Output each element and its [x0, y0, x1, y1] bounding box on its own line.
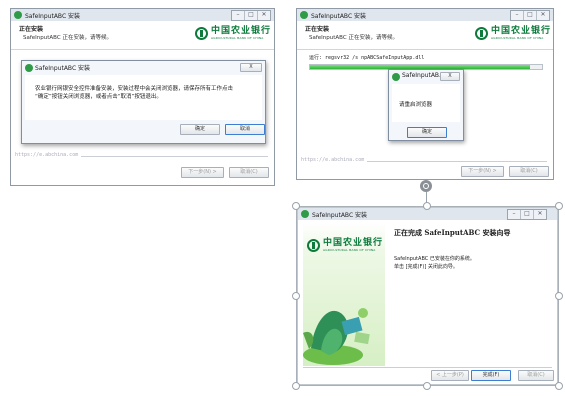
- window-title: SafeInputABC 安装: [25, 13, 81, 20]
- cancel-button[interactable]: 取消(C): [518, 370, 554, 381]
- dialog-ok-button[interactable]: 确定: [407, 127, 447, 138]
- abc-logo-icon: [195, 27, 208, 40]
- minimize-button[interactable]: –: [511, 11, 523, 20]
- installer-window-3: SafeInputABC 安装 – □ ✕ 中国农业银行 AGRICULTURA…: [297, 207, 558, 385]
- window-controls: – □ ✕: [510, 10, 550, 21]
- app-icon: [300, 11, 308, 19]
- close-button[interactable]: ✕: [536, 11, 549, 20]
- dialog-title: SafeInputAB...: [402, 72, 445, 79]
- finish-line-2: 单击 [完成(F)] 关闭此向导。: [394, 264, 458, 270]
- finish-button[interactable]: 完成(F): [471, 370, 511, 381]
- maximize-button[interactable]: □: [520, 210, 533, 219]
- resize-handle-bottom-left[interactable]: [292, 382, 300, 390]
- minimize-button[interactable]: –: [508, 210, 520, 219]
- logo-chinese: 中国农业银行: [211, 26, 272, 36]
- cancel-button[interactable]: 取消(C): [509, 166, 549, 177]
- side-banner: 中国农业银行 AGRICULTURAL BANK OF CHINA: [303, 223, 385, 366]
- abc-logo: 中国农业银行 AGRICULTURAL BANK OF CHINA: [195, 27, 271, 40]
- app-icon: [14, 11, 22, 19]
- abc-logo-icon: [475, 27, 488, 40]
- dialog-title: SafeInputABC 安装: [35, 65, 91, 72]
- finish-title: 正在完成 SafeInputABC 安装向导: [394, 228, 511, 237]
- run-status: 运行: regsvr32 /s npABCSafeInputApp.dll: [309, 55, 425, 61]
- dialog-close-button[interactable]: X: [240, 63, 262, 72]
- resize-handle-bottom-right[interactable]: [555, 382, 563, 390]
- resize-handle-top-left[interactable]: [292, 202, 300, 210]
- close-button[interactable]: ✕: [257, 11, 270, 20]
- header: 正在安装 SafeInputABC 正在安装，请等候。 中国农业银行 AGRIC…: [297, 21, 553, 50]
- dialog-message: 农业银行网银安全控件准备安装，安装过程中会关闭浏览器，请保存所有工作点击 “确定…: [35, 86, 234, 100]
- next-button[interactable]: 下一步(N) >: [181, 167, 224, 178]
- logo-english: AGRICULTURAL BANK OF CHINA: [491, 36, 544, 40]
- window-title: SafeInputABC 安装: [312, 212, 368, 219]
- finish-line-1: SafeInputABC 已安装在你的系统。: [394, 256, 475, 262]
- resize-handle-top[interactable]: [423, 202, 431, 210]
- minimize-button[interactable]: –: [232, 11, 244, 20]
- cancel-button[interactable]: 取消(C): [229, 167, 269, 178]
- installer-window-1: SafeInputABC 安装 – □ ✕ 正在安装 SafeInputABC …: [10, 8, 275, 186]
- logo-english: AGRICULTURAL BANK OF CHINA: [211, 36, 264, 40]
- installer-window-2: SafeInputABC 安装 – □ ✕ 正在安装 SafeInputABC …: [296, 8, 554, 180]
- logo-chinese: 中国农业银行: [491, 26, 552, 36]
- maximize-button[interactable]: □: [244, 11, 257, 20]
- maximize-button[interactable]: □: [523, 11, 536, 20]
- window-controls: – □ ✕: [231, 10, 271, 21]
- close-button[interactable]: ✕: [533, 210, 546, 219]
- titlebar[interactable]: SafeInputABC 安装 – □ ✕: [297, 9, 553, 21]
- header-subtitle: SafeInputABC 正在安装，请等候。: [23, 35, 112, 41]
- url-label: https://e.abchina.com: [301, 157, 368, 163]
- window-controls: – □ ✕: [507, 209, 547, 220]
- dialog-close-button[interactable]: X: [440, 72, 460, 81]
- header: 正在安装 SafeInputABC 正在安装，请等候。 中国农业银行 AGRIC…: [11, 21, 274, 50]
- header-subtitle: SafeInputABC 正在安装，请等候。: [309, 35, 398, 41]
- footer-divider: [303, 367, 552, 368]
- resize-handle-left[interactable]: [292, 292, 300, 300]
- header-title: 正在安装: [305, 26, 330, 33]
- dialog-body: 农业银行网银安全控件准备安装，安装过程中会关闭浏览器，请保存所有工作点击 “确定…: [25, 75, 262, 120]
- resize-handle-right[interactable]: [555, 292, 563, 300]
- url-label: https://e.abchina.com: [15, 152, 82, 158]
- dialog-app-icon: [392, 73, 400, 81]
- resize-handle-top-right[interactable]: [555, 202, 563, 210]
- dialog-body: 请重启浏览器: [392, 84, 460, 122]
- app-icon: [301, 210, 309, 218]
- back-button[interactable]: < 上一步(P): [431, 370, 469, 381]
- dialog-app-icon: [25, 64, 33, 72]
- resize-handle-bottom[interactable]: [423, 382, 431, 390]
- rotate-handle-icon[interactable]: [420, 180, 432, 192]
- titlebar[interactable]: SafeInputABC 安装 – □ ✕: [11, 9, 274, 21]
- decorative-illustration: [303, 308, 370, 365]
- dialog-ok-button[interactable]: 确定: [180, 124, 220, 135]
- restart-dialog: SafeInputAB... X 请重启浏览器 确定: [388, 69, 464, 141]
- dialog-cancel-button[interactable]: 取消: [225, 124, 265, 135]
- header-title: 正在安装: [19, 26, 44, 33]
- window-title: SafeInputABC 安装: [311, 13, 367, 20]
- dialog-message: 请重启浏览器: [399, 102, 433, 108]
- next-button[interactable]: 下一步(N) >: [461, 166, 504, 177]
- confirm-dialog: SafeInputABC 安装 X 农业银行网银安全控件准备安装，安装过程中会关…: [21, 60, 266, 144]
- abc-logo: 中国农业银行 AGRICULTURAL BANK OF CHINA: [475, 27, 551, 40]
